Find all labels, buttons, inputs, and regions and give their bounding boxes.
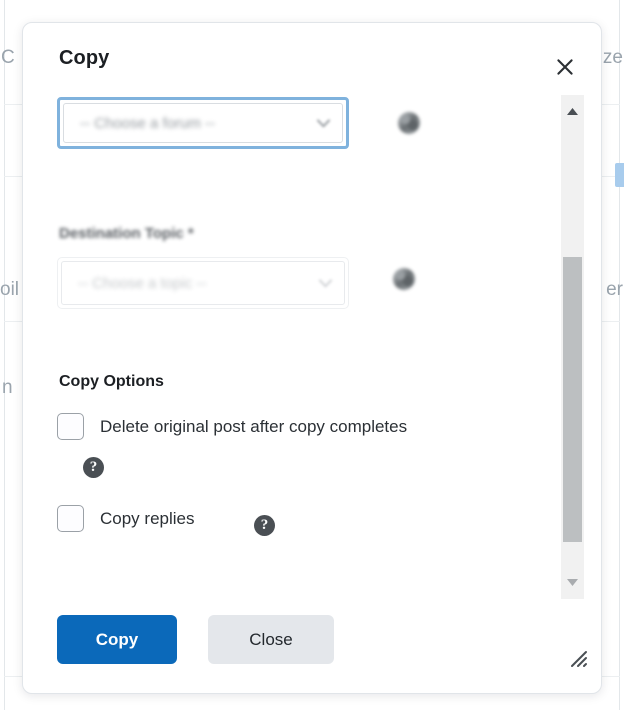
copy-options-heading: Copy Options [59,373,164,390]
scrollbar-thumb[interactable] [563,257,582,542]
copy-dialog: Copy -- Choose a forum -- Destination To… [22,22,602,694]
dialog-footer: Copy Close [23,603,601,693]
option-delete-original-row[interactable]: Delete original post after copy complete… [57,413,407,440]
chevron-down-icon [306,278,344,288]
option-copy-replies-row[interactable]: Copy replies [57,505,195,532]
close-button[interactable]: Close [208,615,334,664]
topic-select[interactable]: -- Choose a topic -- [61,261,345,305]
copy-button[interactable]: Copy [57,615,177,664]
delete-original-label: Delete original post after copy complete… [100,416,408,436]
source-forum-field: -- Choose a forum -- [57,97,349,149]
background-text-fragment: er [606,279,623,300]
close-icon[interactable] [551,53,579,81]
dialog-form: -- Choose a forum -- Destination Topic *… [23,85,601,605]
forum-select[interactable]: -- Choose a forum -- [63,103,343,143]
background-text-fragment: oil [0,279,20,300]
forum-spinner-icon [398,112,420,134]
help-circle-icon[interactable]: ? [254,515,275,536]
background-text-fragment: ze [602,47,623,68]
background-blue-chip [615,163,624,187]
destination-topic-label: Destination Topic * [59,225,194,242]
background-text-fragment: C [1,47,15,68]
topic-spinner-icon [393,268,415,290]
topic-select-value: -- Choose a topic -- [78,274,207,292]
copy-replies-checkbox[interactable] [57,505,84,532]
forum-select-value: -- Choose a forum -- [80,114,216,132]
dialog-scrollbar[interactable] [561,95,584,599]
delete-original-checkbox[interactable] [57,413,84,440]
triangle-up-icon[interactable] [561,100,584,123]
triangle-down-icon[interactable] [561,571,584,594]
dialog-title: Copy [59,47,110,69]
destination-topic-field: -- Choose a topic -- [57,257,349,309]
chevron-down-icon [304,118,342,128]
help-circle-icon[interactable]: ? [83,457,104,478]
copy-replies-label: Copy replies [100,508,195,528]
resize-grip-icon[interactable] [569,649,591,671]
background-text-fragment: n [2,377,13,398]
